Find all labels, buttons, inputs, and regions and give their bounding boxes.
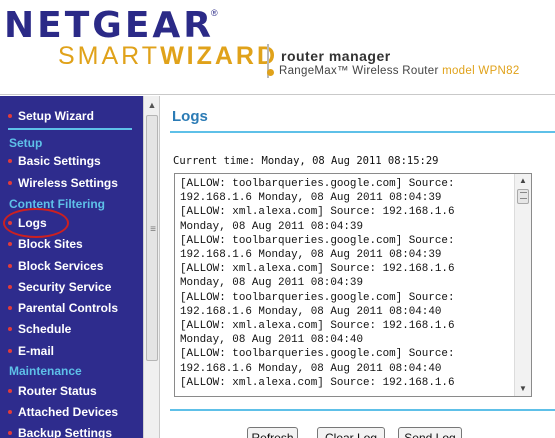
bullet-icon — [8, 181, 12, 185]
bullet-icon — [8, 431, 12, 435]
log-scrollbar[interactable]: ▲ ▼ — [514, 174, 531, 396]
sidebar-item-label: Security Service — [18, 280, 112, 294]
smartwizard-logo: SMARTWIZARD — [58, 42, 278, 70]
sidebar-item-label: Block Services — [18, 259, 104, 273]
model-label: model WPN82 — [442, 65, 520, 77]
sidebar-item-label: Schedule — [18, 322, 72, 336]
sidebar-item-router-status[interactable]: Router Status — [0, 382, 143, 402]
sidebar-item-label: Attached Devices — [18, 405, 119, 419]
log-line: [ALLOW: xml.alexa.com] Source: 192.168.1… — [180, 376, 455, 389]
nav-divider — [8, 128, 132, 130]
bullet-icon — [8, 285, 12, 289]
sidebar-nav: Setup Wizard Setup Basic Settings Wirele… — [0, 96, 143, 438]
log-line: [ALLOW: xml.alexa.com] Source: 192.168.1… — [180, 263, 455, 276]
sidebar-item-email[interactable]: E-mail — [0, 342, 143, 362]
send-log-button[interactable]: Send Log — [398, 427, 462, 438]
log-line: Monday, 08 Aug 2011 08:04:39 — [180, 220, 363, 233]
log-line: [ALLOW: xml.alexa.com] Source: 192.168.1… — [180, 206, 455, 219]
log-scroll-thumb[interactable] — [517, 189, 529, 204]
smart-text: SMART — [58, 42, 161, 70]
section-heading-maintenance: Maintenance — [9, 364, 82, 378]
log-line: [ALLOW: toolbarqueries.google.com] Sourc… — [180, 178, 455, 190]
sidebar-item-backup-settings[interactable]: Backup Settings — [0, 424, 143, 438]
title-divider — [170, 131, 555, 133]
log-line: Monday, 08 Aug 2011 08:04:40 — [180, 334, 363, 347]
bullet-icon — [8, 306, 12, 310]
netgear-logo: NETGEAR — [4, 5, 214, 46]
sidebar-item-label: E-mail — [18, 344, 55, 358]
page-title: Logs — [172, 108, 208, 125]
scroll-down-arrow-icon[interactable]: ▼ — [517, 383, 529, 395]
bullet-icon — [8, 264, 12, 268]
sidebar-item-attached-devices[interactable]: Attached Devices — [0, 403, 143, 423]
wizard-text: WIZARD — [160, 42, 279, 70]
scroll-up-arrow-icon[interactable]: ▲ — [517, 175, 529, 187]
sidebar-item-block-sites[interactable]: Block Sites — [0, 235, 143, 255]
refresh-button[interactable]: Refresh — [247, 427, 298, 438]
main-content: Logs Current time: Monday, 08 Aug 2011 0… — [161, 96, 555, 438]
log-line: 192.168.1.6 Monday, 08 Aug 2011 08:04:39 — [180, 192, 442, 205]
sidebar-item-security-service[interactable]: Security Service — [0, 278, 143, 298]
sidebar-item-label: Wireless Settings — [18, 176, 118, 190]
sidebar-item-label: Router Status — [18, 384, 97, 398]
log-line: 192.168.1.6 Monday, 08 Aug 2011 08:04:39 — [180, 249, 442, 262]
current-time-label: Current time: Monday, 08 Aug 2011 08:15:… — [173, 155, 439, 167]
sidebar-item-parental-controls[interactable]: Parental Controls — [0, 299, 143, 319]
gold-dot-icon — [267, 69, 274, 76]
log-textarea[interactable]: [ALLOW: toolbarqueries.google.com] Sourc… — [174, 173, 532, 397]
router-manager-label: router manager — [281, 48, 391, 64]
log-line: 192.168.1.6 Monday, 08 Aug 2011 08:04:40 — [180, 305, 442, 318]
sidebar-item-setup-wizard[interactable]: Setup Wizard — [0, 107, 143, 127]
registered-mark: ® — [211, 8, 218, 18]
buttons-divider — [170, 409, 555, 411]
scroll-grip-icon: ≡ — [150, 224, 156, 235]
bullet-icon — [8, 349, 12, 353]
log-line: [ALLOW: toolbarqueries.google.com] Sourc… — [180, 234, 455, 247]
scroll-grip-icon — [520, 192, 527, 199]
sidebar-item-label: Basic Settings — [18, 154, 101, 168]
sidebar-item-label: Parental Controls — [18, 301, 119, 315]
bullet-icon — [8, 410, 12, 414]
log-line: [ALLOW: xml.alexa.com] Source: 192.168.1… — [180, 320, 455, 333]
log-line: 192.168.1.6 Monday, 08 Aug 2011 08:04:40 — [180, 362, 442, 375]
sidebar-item-block-services[interactable]: Block Services — [0, 257, 143, 277]
sidebar-scrollbar[interactable]: ▲ ≡ — [143, 96, 160, 438]
sidebar-item-label: Block Sites — [18, 237, 83, 251]
bullet-icon — [8, 389, 12, 393]
clear-log-button[interactable]: Clear Log — [317, 427, 385, 438]
logs-highlight-circle — [3, 208, 69, 238]
sidebar-scroll-thumb[interactable]: ≡ — [146, 115, 158, 361]
bullet-icon — [8, 327, 12, 331]
sidebar-item-schedule[interactable]: Schedule — [0, 320, 143, 340]
sidebar-item-basic-settings[interactable]: Basic Settings — [0, 152, 143, 172]
header-banner: NETGEAR ® SMARTWIZARD router manager Ran… — [0, 0, 555, 95]
sidebar-item-label: Backup Settings — [18, 426, 113, 438]
log-line: [ALLOW: toolbarqueries.google.com] Sourc… — [180, 291, 455, 304]
log-text: [ALLOW: toolbarqueries.google.com] Sourc… — [180, 177, 512, 390]
bullet-icon — [8, 114, 12, 118]
section-heading-setup: Setup — [9, 136, 43, 150]
sidebar-item-wireless-settings[interactable]: Wireless Settings — [0, 174, 143, 194]
product-name: RangeMax™ Wireless Router model WPN82 — [279, 65, 520, 77]
product-label: RangeMax™ Wireless Router — [279, 65, 439, 77]
scroll-up-arrow-icon[interactable]: ▲ — [145, 98, 159, 112]
log-line: Monday, 08 Aug 2011 08:04:39 — [180, 277, 363, 290]
sidebar-item-label: Setup Wizard — [18, 109, 94, 123]
bullet-icon — [8, 159, 12, 163]
bullet-icon — [8, 242, 12, 246]
log-line: [ALLOW: toolbarqueries.google.com] Sourc… — [180, 348, 455, 361]
